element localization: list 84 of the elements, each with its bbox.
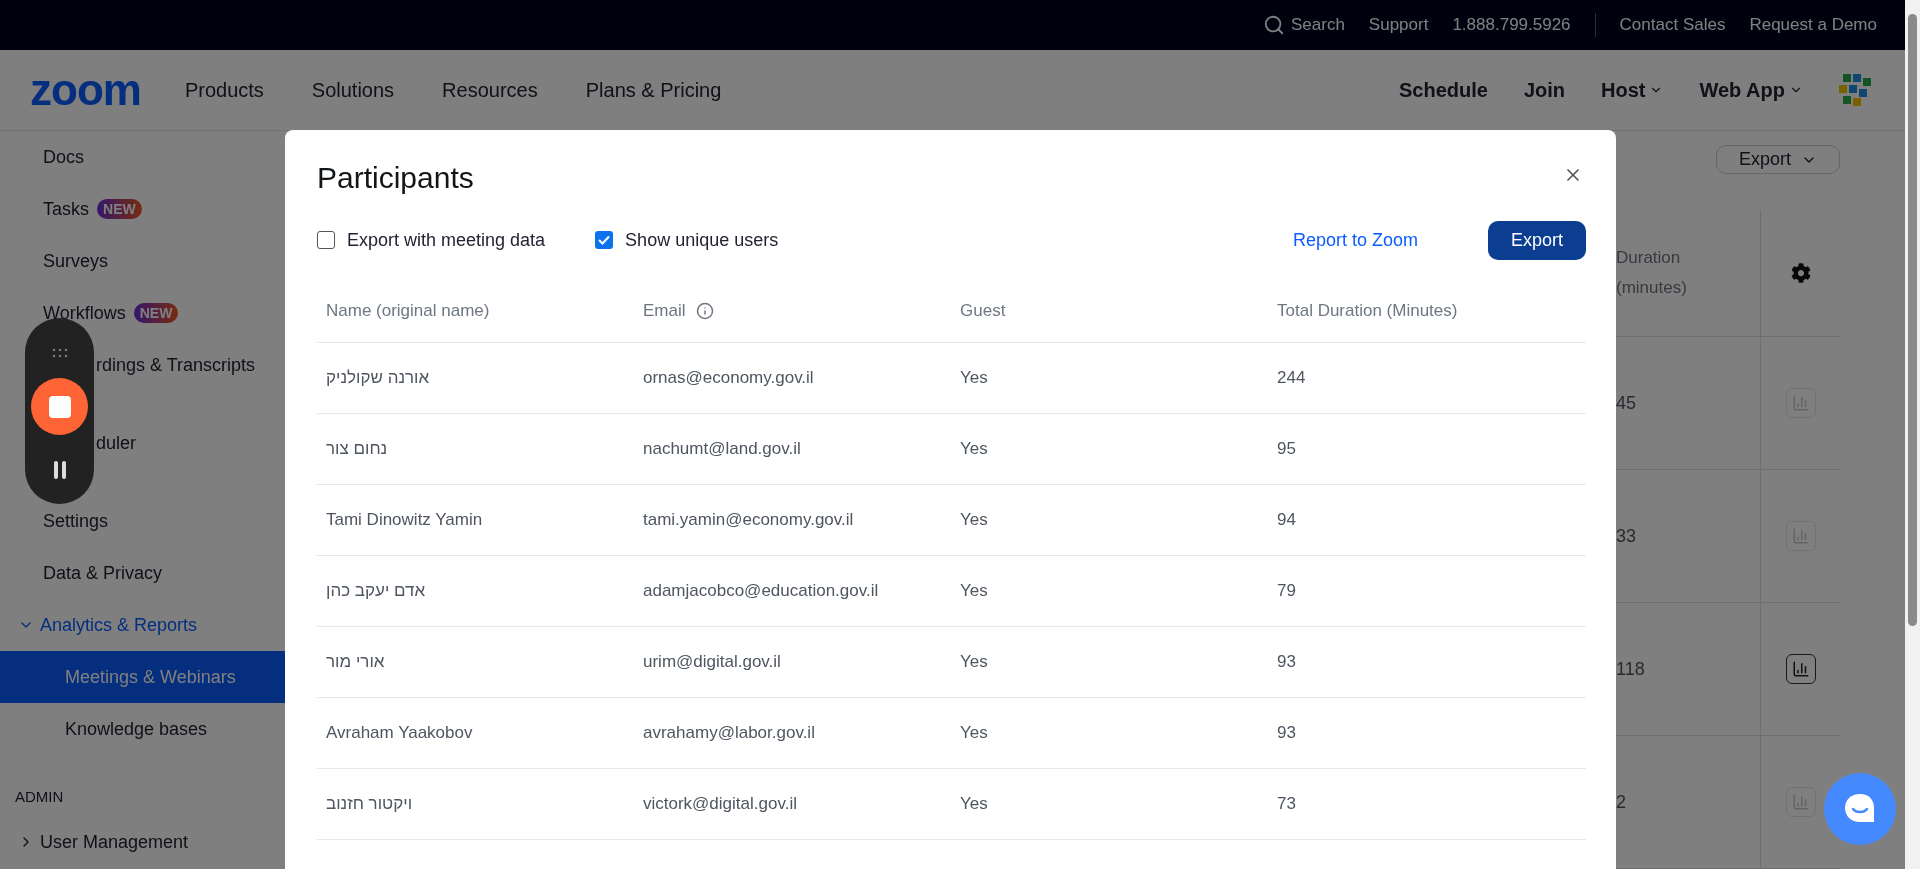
sidebar-item[interactable]: Surveys xyxy=(0,235,285,287)
chart-button[interactable] xyxy=(1785,654,1816,684)
nav-item[interactable]: Products xyxy=(184,78,264,102)
checkbox-label: Show unique users xyxy=(625,229,779,251)
checkbox-label: Export with meeting data xyxy=(347,229,546,251)
nav-item[interactable]: Solutions xyxy=(311,78,395,102)
table-cell: Yes xyxy=(951,343,1268,414)
new-badge: NEW xyxy=(97,199,142,219)
table-cell: Yes xyxy=(951,414,1268,485)
table-cell: 73 xyxy=(1268,769,1586,840)
section-heading: ADMIN xyxy=(14,786,65,807)
table-cell: Yes xyxy=(951,698,1268,769)
sidebar-item[interactable]: Tasks NEW xyxy=(0,183,285,235)
checkbox[interactable] xyxy=(595,231,614,249)
sidebar-item[interactable]: User Management xyxy=(0,816,285,868)
table-cell: 244 xyxy=(1268,343,1586,414)
bar-chart-icon xyxy=(1791,527,1810,545)
table-cell: אדם יעקב כהן xyxy=(317,556,634,627)
bar-chart-icon xyxy=(1791,394,1810,412)
sidebar-item[interactable]: Data & Privacy xyxy=(0,547,285,599)
scrollbar-thumb[interactable] xyxy=(1908,14,1917,626)
pause-icon xyxy=(52,461,67,479)
table-cell: tami.yamin@economy.gov.il xyxy=(634,485,951,556)
export-dropdown[interactable]: Export xyxy=(1716,145,1840,174)
column-header: Guest xyxy=(960,301,1006,321)
bar-chart-icon xyxy=(1791,660,1810,678)
sidebar-item[interactable]: duler xyxy=(0,417,285,469)
table-cell: victork@digital.gov.il xyxy=(634,769,951,840)
table-cell: Yes xyxy=(951,769,1268,840)
nav-item[interactable]: Web App xyxy=(1699,78,1803,102)
table-cell: urim@digital.gov.il xyxy=(634,627,951,698)
table-cell: 94 xyxy=(1268,485,1586,556)
table-cell: nachumt@land.gov.il xyxy=(634,414,951,485)
bar-chart-icon xyxy=(1791,793,1810,811)
export-button[interactable]: Export xyxy=(1488,220,1586,260)
column-header: Total Duration (Minutes) xyxy=(1277,301,1458,321)
nav-item[interactable]: Resources xyxy=(442,78,538,102)
sidebar-item[interactable]: Docs xyxy=(0,131,285,183)
table-cell: 95 xyxy=(1268,414,1586,485)
settings-icon[interactable] xyxy=(1790,263,1811,283)
column-header: Duration (minutes) xyxy=(1616,247,1688,299)
top-link[interactable]: Support xyxy=(1368,15,1429,35)
table-cell: avrahamy@labor.gov.il xyxy=(634,698,951,769)
stop-icon xyxy=(48,395,71,418)
report-link[interactable]: Report to Zoom xyxy=(1292,229,1418,251)
sidebar-item[interactable]: Meetings & Webinars xyxy=(0,651,285,703)
table-cell: Yes xyxy=(951,485,1268,556)
info-icon[interactable] xyxy=(695,302,714,320)
logo[interactable]: zoom xyxy=(30,65,141,115)
table-cell: Avraham Yaakobov xyxy=(317,698,634,769)
sidebar-item[interactable]: Analytics & Reports xyxy=(0,599,285,651)
sidebar-item[interactable]: Workflows NEW xyxy=(0,287,285,339)
column-header: Email xyxy=(643,301,686,321)
table-cell: Tami Dinowitz Yamin xyxy=(317,485,634,556)
table-cell: אורנה שקולניק xyxy=(317,343,634,414)
search-icon xyxy=(1263,14,1285,36)
checkbox[interactable] xyxy=(317,231,335,249)
nav-item[interactable]: Join xyxy=(1523,78,1565,102)
table-cell: 93 xyxy=(1268,627,1586,698)
new-badge: NEW xyxy=(133,303,179,323)
top-link[interactable]: 1.888.799.5926 xyxy=(1452,15,1571,35)
dialog-title: Participants xyxy=(317,160,474,196)
top-link[interactable]: Request a Demo xyxy=(1749,15,1877,35)
table-cell: נחום צור xyxy=(317,414,634,485)
table-cell: 79 xyxy=(1268,556,1586,627)
nav-item[interactable]: Schedule xyxy=(1398,78,1488,102)
nav-item[interactable]: Host xyxy=(1601,78,1664,102)
table-cell: ויקטור חזנוב xyxy=(317,769,634,840)
search-link[interactable]: Search xyxy=(1263,14,1345,36)
table-cell: ornas@economy.gov.il xyxy=(634,343,951,414)
table-cell: Yes xyxy=(951,556,1268,627)
table-cell: adamjacobco@education.gov.il xyxy=(634,556,951,627)
sidebar-item[interactable]: Knowledge bases xyxy=(0,703,285,755)
sidebar-item[interactable]: Settings xyxy=(0,495,285,547)
column-header: Name (original name) xyxy=(326,301,490,321)
table-cell: Yes xyxy=(951,627,1268,698)
top-link[interactable]: Contact Sales xyxy=(1619,15,1726,35)
sidebar-item[interactable]: rdings & Transcripts xyxy=(0,339,285,391)
table-cell: 93 xyxy=(1268,698,1586,769)
drag-handle-icon[interactable] xyxy=(51,348,68,358)
stop-button[interactable] xyxy=(31,378,88,435)
chat-icon xyxy=(1843,793,1877,825)
table-cell: אורי מור xyxy=(317,627,634,698)
nav-item[interactable]: Plans & Pricing xyxy=(585,78,722,102)
